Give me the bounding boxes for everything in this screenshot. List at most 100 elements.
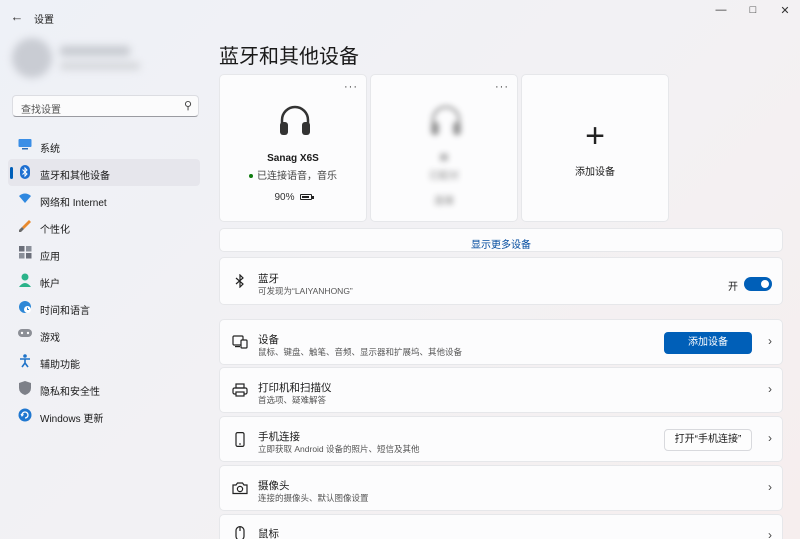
shield-icon xyxy=(18,381,32,395)
sidebar-item-label: Windows 更新 xyxy=(40,414,104,425)
app-title: 设置 xyxy=(34,15,54,26)
plus-icon: + xyxy=(585,117,605,155)
more-options-icon[interactable]: ··· xyxy=(344,81,358,93)
device-status-text: 已配对 xyxy=(429,171,459,182)
phone-icon xyxy=(232,432,248,448)
camera-title: 摄像头 xyxy=(258,480,290,492)
device-connect-action[interactable]: 连接 xyxy=(371,192,517,207)
gamepad-icon xyxy=(18,327,32,341)
sidebar-item-label: 帐户 xyxy=(40,279,60,290)
sidebar-item-system[interactable]: 系统 xyxy=(8,132,200,159)
device-card[interactable]: ··· Sanag X6S 已连接语音，音乐 90% xyxy=(219,74,367,222)
devices-title: 设备 xyxy=(258,334,279,346)
devices-subtitle: 鼠标、键盘、触笔、音频、显示器和扩展坞、其他设备 xyxy=(258,347,463,357)
sidebar-item-label: 系统 xyxy=(40,144,60,155)
sidebar-item-network[interactable]: 网络和 Internet xyxy=(8,186,200,213)
page-title: 蓝牙和其他设备 xyxy=(219,46,359,68)
toggle-knob xyxy=(761,280,769,288)
sidebar-item-accounts[interactable]: 帐户 xyxy=(8,267,200,294)
sidebar-nav: 系统 蓝牙和其他设备 网络和 Internet 个性化 应用 帐户 时间和语言 … xyxy=(8,132,200,429)
minimize-button[interactable]: — xyxy=(706,4,736,18)
close-button[interactable]: ✕ xyxy=(770,4,800,18)
open-phone-link-button[interactable]: 打开“手机连接” xyxy=(664,429,752,451)
search-placeholder: 查找设置 xyxy=(21,105,61,116)
camera-row[interactable]: 摄像头 连接的摄像头、默认图像设置 › xyxy=(219,465,783,511)
search-input[interactable]: 查找设置 ⚲ xyxy=(12,95,199,117)
battery-icon xyxy=(299,194,314,201)
add-device-label: 添加设备 xyxy=(575,167,615,178)
device-status-text: 已连接语音，音乐 xyxy=(257,171,337,182)
sidebar-item-label: 游戏 xyxy=(40,333,60,344)
sidebar-item-label: 蓝牙和其他设备 xyxy=(40,171,110,182)
maximize-button[interactable]: □ xyxy=(738,4,768,18)
camera-icon xyxy=(232,481,248,497)
chevron-right-icon: › xyxy=(768,528,772,539)
show-more-devices-link[interactable]: 显示更多设备 xyxy=(220,236,782,251)
sidebar-item-label: 个性化 xyxy=(40,225,70,236)
printers-title: 打印机和扫描仪 xyxy=(258,382,332,394)
sidebar-item-bluetooth[interactable]: 蓝牙和其他设备 xyxy=(8,159,200,186)
profile-name-redacted xyxy=(60,46,130,56)
sidebar-item-accessibility[interactable]: 辅助功能 xyxy=(8,348,200,375)
mouse-title: 鼠标 xyxy=(258,528,279,539)
bluetooth-row: 蓝牙 可发现为“LAIYANHONG” 开 xyxy=(219,257,783,305)
battery-percent: 90% xyxy=(274,192,295,203)
user-profile[interactable] xyxy=(12,38,142,80)
avatar xyxy=(12,38,52,78)
printers-row[interactable]: 打印机和扫描仪 首选项、疑难解答 › xyxy=(219,367,783,413)
device-name: Sanag X6S xyxy=(267,153,319,164)
sidebar-item-label: 辅助功能 xyxy=(40,360,80,371)
profile-email-redacted xyxy=(60,62,140,70)
sidebar-item-privacy[interactable]: 隐私和安全性 xyxy=(8,375,200,402)
sidebar-item-gaming[interactable]: 游戏 xyxy=(8,321,200,348)
headphones-icon xyxy=(431,105,461,135)
bluetooth-icon xyxy=(18,165,32,179)
camera-subtitle: 连接的摄像头、默认图像设置 xyxy=(258,493,369,503)
bluetooth-toggle[interactable] xyxy=(744,277,772,291)
search-icon: ⚲ xyxy=(183,100,192,112)
monitor-icon xyxy=(18,138,32,152)
sidebar-item-label: 应用 xyxy=(40,252,60,263)
sidebar-item-label: 时间和语言 xyxy=(40,306,90,317)
devices-icon xyxy=(232,335,248,351)
accessibility-icon xyxy=(18,354,32,368)
printers-subtitle: 首选项、疑难解答 xyxy=(258,395,327,405)
sidebar-item-personalization[interactable]: 个性化 xyxy=(8,213,200,240)
connected-dot xyxy=(249,174,253,179)
sidebar-item-apps[interactable]: 应用 xyxy=(8,240,200,267)
device-name: lll xyxy=(439,153,449,164)
wifi-icon xyxy=(18,192,32,206)
battery-fill xyxy=(301,196,309,199)
active-indicator xyxy=(10,167,13,179)
chevron-right-icon: › xyxy=(768,382,772,396)
title-bar: ← 设置 — □ ✕ xyxy=(0,0,800,32)
add-device-card[interactable]: + 添加设备 xyxy=(521,74,669,222)
back-arrow-icon[interactable]: ← xyxy=(8,8,26,26)
phone-link-row[interactable]: 手机连接 立即获取 Android 设备的照片、短信及其他 打开“手机连接” › xyxy=(219,416,783,462)
device-card[interactable]: ··· lll 已配对 连接 xyxy=(370,74,518,222)
mouse-row[interactable]: 鼠标 › xyxy=(219,514,783,539)
apps-icon xyxy=(18,246,32,260)
show-more-devices[interactable]: 显示更多设备 xyxy=(219,228,783,252)
device-status: 已连接语音，音乐 xyxy=(220,167,366,182)
devices-row[interactable]: 设备 鼠标、键盘、触笔、音频、显示器和扩展坞、其他设备 添加设备 › xyxy=(219,319,783,365)
globe-clock-icon xyxy=(18,300,32,314)
sidebar-item-windows-update[interactable]: Windows 更新 xyxy=(8,402,200,429)
chevron-right-icon: › xyxy=(768,480,772,494)
phone-link-title: 手机连接 xyxy=(258,431,300,443)
bluetooth-subtitle: 可发现为“LAIYANHONG” xyxy=(258,286,353,296)
bluetooth-icon xyxy=(232,273,248,290)
toggle-state-label: 开 xyxy=(728,282,738,293)
sidebar-item-time-language[interactable]: 时间和语言 xyxy=(8,294,200,321)
chevron-right-icon: › xyxy=(768,334,772,348)
mouse-icon xyxy=(232,526,248,539)
device-battery: 90% xyxy=(220,192,366,203)
chevron-right-icon: › xyxy=(768,431,772,445)
sidebar-item-label: 隐私和安全性 xyxy=(40,387,100,398)
printer-icon xyxy=(232,383,248,399)
more-options-icon[interactable]: ··· xyxy=(495,81,509,93)
add-device-button[interactable]: 添加设备 xyxy=(664,332,752,354)
bluetooth-title: 蓝牙 xyxy=(258,273,279,285)
brush-icon xyxy=(18,219,32,233)
headphones-icon xyxy=(280,105,310,135)
